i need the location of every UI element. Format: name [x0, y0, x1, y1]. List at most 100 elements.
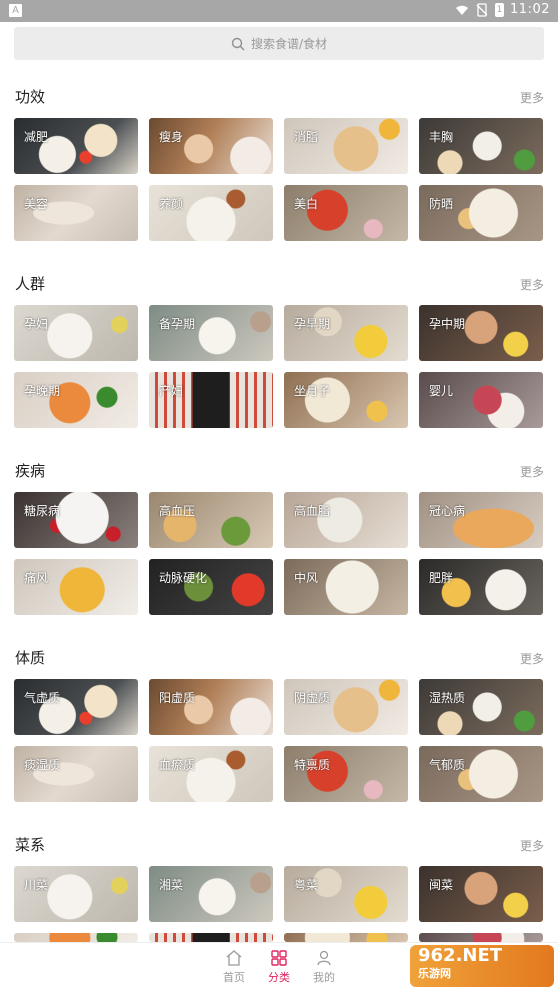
- category-tile[interactable]: 备孕期: [149, 305, 273, 361]
- category-tile[interactable]: 痰湿质: [14, 746, 138, 802]
- category-tile[interactable]: 粤菜: [284, 866, 408, 922]
- category-tile[interactable]: 冠心病: [419, 492, 543, 548]
- category-tile[interactable]: 动脉硬化: [149, 559, 273, 615]
- search-placeholder: 搜索食谱/食材: [250, 37, 328, 51]
- category-tile[interactable]: 坐月子: [284, 372, 408, 428]
- category-tile[interactable]: 养颜: [149, 185, 273, 241]
- more-link[interactable]: 更多: [520, 650, 544, 667]
- section-title: 疾病: [15, 462, 46, 480]
- section-title: 人群: [15, 275, 46, 293]
- category-tile[interactable]: 减肥: [14, 118, 138, 174]
- tile-label: 冠心病: [429, 504, 466, 518]
- more-link[interactable]: 更多: [520, 276, 544, 293]
- category-tile[interactable]: 高血脂: [284, 492, 408, 548]
- category-tile[interactable]: 孕晚期: [14, 372, 138, 428]
- tile-label: 养颜: [159, 197, 184, 211]
- category-tile[interactable]: 孕中期: [419, 305, 543, 361]
- tab-mine[interactable]: 我的: [302, 949, 346, 985]
- category-tile[interactable]: 孕早期: [284, 305, 408, 361]
- tile-label: 阴虚质: [294, 691, 331, 705]
- tile-label: 减肥: [24, 130, 49, 144]
- tile-label: 动脉硬化: [159, 571, 208, 585]
- category-tile[interactable]: 美白: [284, 185, 408, 241]
- category-tile-partial[interactable]: [284, 933, 408, 942]
- section-title: 体质: [15, 649, 46, 667]
- status-time: 11:02: [510, 2, 550, 17]
- category-tile[interactable]: 中风: [284, 559, 408, 615]
- watermark-line1: 962.NET: [418, 945, 503, 966]
- home-icon: [226, 950, 242, 966]
- watermark-line2: 乐游网: [418, 967, 451, 980]
- category-tile-partial[interactable]: [14, 933, 138, 942]
- grid-icon: [271, 950, 287, 966]
- site-watermark-logo: 962.NET 乐游网: [410, 945, 554, 987]
- tab-label: 首页: [223, 971, 245, 984]
- tile-label: 闽菜: [429, 878, 454, 892]
- tab-home[interactable]: 首页: [212, 949, 256, 985]
- category-tile[interactable]: 瘦身: [149, 118, 273, 174]
- tile-label: 气郁质: [429, 758, 466, 772]
- tile-label: 备孕期: [159, 317, 196, 331]
- category-tile[interactable]: 气虚质: [14, 679, 138, 735]
- tab-label: 我的: [313, 971, 335, 984]
- tile-label: 痛风: [24, 571, 49, 585]
- tile-label: 婴儿: [429, 384, 454, 398]
- tile-label: 丰胸: [429, 130, 454, 144]
- category-tile[interactable]: 血瘀质: [149, 746, 273, 802]
- wifi-icon: [456, 5, 469, 15]
- more-link[interactable]: 更多: [520, 89, 544, 106]
- tile-label: 孕中期: [429, 317, 466, 331]
- tile-label: 川菜: [24, 878, 49, 892]
- category-tile[interactable]: 婴儿: [419, 372, 543, 428]
- category-tile[interactable]: 美容: [14, 185, 138, 241]
- category-tile-partial[interactable]: [149, 933, 273, 942]
- category-tile[interactable]: 肥胖: [419, 559, 543, 615]
- category-tile[interactable]: 阳虚质: [149, 679, 273, 735]
- battery-icon: 1: [495, 2, 505, 17]
- tile-label: 消脂: [294, 130, 319, 144]
- tile-label: 高血压: [159, 504, 196, 518]
- tile-label: 孕晚期: [24, 384, 61, 398]
- status-bar: A 1 11:02: [0, 0, 558, 22]
- category-tile[interactable]: 气郁质: [419, 746, 543, 802]
- tile-label: 糖尿病: [24, 504, 61, 518]
- category-tile[interactable]: 湿热质: [419, 679, 543, 735]
- tile-label: 血瘀质: [159, 758, 196, 772]
- tab-category[interactable]: 分类: [257, 949, 301, 985]
- tile-label: 瘦身: [159, 130, 184, 144]
- category-tile[interactable]: 丰胸: [419, 118, 543, 174]
- category-tile[interactable]: 湘菜: [149, 866, 273, 922]
- tab-label: 分类: [268, 971, 290, 984]
- tile-label: 美容: [24, 197, 49, 211]
- tile-label: 孕早期: [294, 317, 331, 331]
- search-input[interactable]: 搜索食谱/食材: [14, 27, 544, 60]
- tile-label: 肥胖: [429, 571, 454, 585]
- section-title: 功效: [15, 88, 46, 106]
- category-tile[interactable]: 糖尿病: [14, 492, 138, 548]
- category-tile[interactable]: 产妇: [149, 372, 273, 428]
- tile-label: 中风: [294, 571, 319, 585]
- category-tile[interactable]: 川菜: [14, 866, 138, 922]
- tile-label: 湘菜: [159, 878, 184, 892]
- category-tile[interactable]: 孕妇: [14, 305, 138, 361]
- section-title: 菜系: [15, 836, 46, 854]
- user-icon: [317, 950, 331, 966]
- tile-label: 痰湿质: [24, 758, 61, 772]
- category-tile[interactable]: 特禀质: [284, 746, 408, 802]
- status-icons: 1 11:02: [455, 2, 550, 17]
- tile-label: 高血脂: [294, 504, 331, 518]
- category-tile[interactable]: 阴虚质: [284, 679, 408, 735]
- more-link[interactable]: 更多: [520, 463, 544, 480]
- tile-label: 气虚质: [24, 691, 61, 705]
- tile-label: 阳虚质: [159, 691, 196, 705]
- tile-label: 美白: [294, 197, 319, 211]
- category-tile-partial[interactable]: [419, 933, 543, 942]
- category-tile[interactable]: 痛风: [14, 559, 138, 615]
- category-tile[interactable]: 防晒: [419, 185, 543, 241]
- category-tile[interactable]: 闽菜: [419, 866, 543, 922]
- category-tile[interactable]: 消脂: [284, 118, 408, 174]
- more-link[interactable]: 更多: [520, 837, 544, 854]
- tile-label: 产妇: [159, 384, 184, 398]
- category-tile[interactable]: 高血压: [149, 492, 273, 548]
- tile-label: 坐月子: [294, 384, 331, 398]
